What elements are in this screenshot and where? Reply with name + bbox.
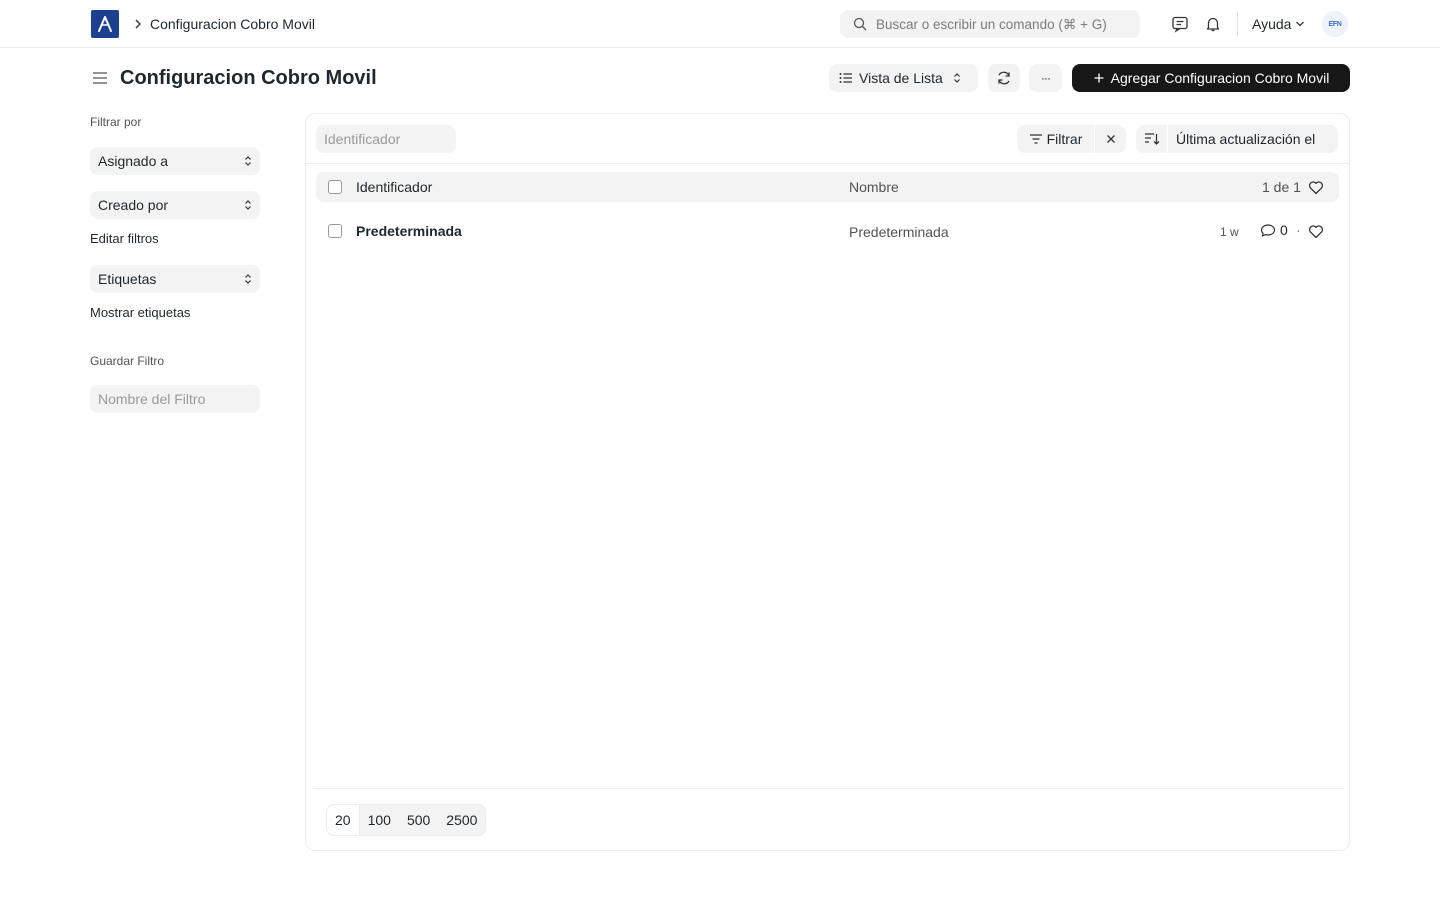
tags-label: Etiquetas [98, 271, 157, 287]
plus-icon [1094, 73, 1104, 83]
comment-count: 0 [1280, 222, 1288, 238]
chevron-down-icon [1296, 21, 1305, 27]
chat-icon[interactable] [1170, 14, 1190, 34]
created-by-select[interactable]: Creado por [90, 191, 260, 219]
select-all-checkbox[interactable] [328, 180, 342, 194]
list-header: Identificador Nombre 1 de 1 [316, 172, 1339, 202]
row-name: Predeterminada [849, 224, 949, 240]
close-icon [1106, 135, 1115, 143]
row-checkbox[interactable] [328, 224, 342, 238]
sort-label: Última actualización el [1176, 131, 1316, 147]
more-actions-button[interactable]: ··· [1029, 64, 1062, 92]
filter-name-input[interactable] [90, 385, 260, 413]
app-logo[interactable] [91, 10, 119, 38]
page-title: Configuracion Cobro Movil [120, 67, 377, 89]
help-menu[interactable]: Ayuda [1252, 15, 1305, 33]
show-tags-link[interactable]: Mostrar etiquetas [90, 305, 190, 321]
created-by-label: Creado por [98, 197, 169, 213]
avatar[interactable]: EFN [1322, 11, 1348, 37]
edit-filters-link[interactable]: Editar filtros [90, 231, 159, 247]
search-input[interactable] [876, 16, 1136, 32]
column-name: Nombre [849, 179, 899, 195]
filter-button[interactable]: Filtrar [1017, 125, 1094, 153]
refresh-icon [998, 71, 1010, 85]
filter-by-label: Filtrar por [90, 115, 142, 129]
add-record-label: Agregar Configuracion Cobro Movil [1110, 70, 1330, 86]
help-label: Ayuda [1252, 16, 1292, 32]
page-size-100[interactable]: 100 [360, 805, 399, 835]
refresh-button[interactable] [988, 64, 1020, 92]
filter-icon [1029, 134, 1042, 144]
select-arrows-icon [953, 73, 960, 83]
footer-divider [314, 788, 1344, 789]
search-bar[interactable] [840, 10, 1140, 38]
comment-icon [1260, 223, 1276, 237]
record-count: 1 de 1 [1262, 179, 1301, 195]
separator-dot: · [1296, 222, 1301, 238]
breadcrumb[interactable]: Configuracion Cobro Movil [150, 15, 315, 33]
row-identifier[interactable]: Predeterminada [356, 223, 462, 239]
search-icon [852, 16, 868, 32]
page-size-500[interactable]: 500 [399, 805, 438, 835]
sort-by-button[interactable]: Última actualización el [1168, 125, 1338, 153]
more-icon: ··· [1041, 71, 1051, 85]
navbar: Configuracion Cobro Movil Ayuda EFN [0, 0, 1440, 48]
page-size-20[interactable]: 20 [327, 805, 360, 835]
view-label: Vista de Lista [859, 70, 943, 86]
sidebar-toggle-button[interactable] [90, 68, 110, 88]
filter-label: Filtrar [1046, 131, 1083, 147]
nav-divider [1237, 12, 1238, 36]
view-switcher-button[interactable]: Vista de Lista [829, 64, 978, 92]
row-comments[interactable]: 0 [1260, 222, 1288, 238]
select-arrows-icon [245, 200, 251, 210]
page-size-2500[interactable]: 2500 [438, 805, 485, 835]
column-identifier: Identificador [356, 179, 433, 195]
filter-area: Filtrar Última actualización el [306, 114, 1349, 164]
select-arrows-icon [245, 156, 251, 166]
select-arrows-icon [245, 274, 251, 284]
row-modified: 1 w [1220, 225, 1239, 239]
assigned-to-label: Asignado a [98, 153, 169, 169]
page-size-selector: 20 100 500 2500 [326, 804, 487, 836]
identifier-filter-input[interactable] [316, 125, 456, 153]
tags-select[interactable]: Etiquetas [90, 265, 260, 293]
heart-icon[interactable] [1307, 178, 1325, 196]
menu-icon [93, 72, 107, 84]
sort-direction-button[interactable] [1136, 125, 1167, 153]
add-record-button[interactable]: Agregar Configuracion Cobro Movil [1072, 64, 1350, 92]
bell-icon[interactable] [1203, 14, 1223, 34]
assigned-to-select[interactable]: Asignado a [90, 147, 260, 175]
chevron-right-icon [131, 16, 145, 32]
heart-icon[interactable] [1307, 222, 1325, 240]
table-row[interactable]: Predeterminada Predeterminada 1 w 0 · [316, 216, 1339, 246]
clear-filters-button[interactable] [1095, 125, 1126, 153]
logo-icon [98, 16, 112, 32]
list-panel: Filtrar Última actualización el Identifi… [305, 113, 1350, 851]
sort-icon [1144, 133, 1159, 145]
save-filter-label: Guardar Filtro [90, 354, 165, 368]
list-icon [839, 73, 852, 83]
